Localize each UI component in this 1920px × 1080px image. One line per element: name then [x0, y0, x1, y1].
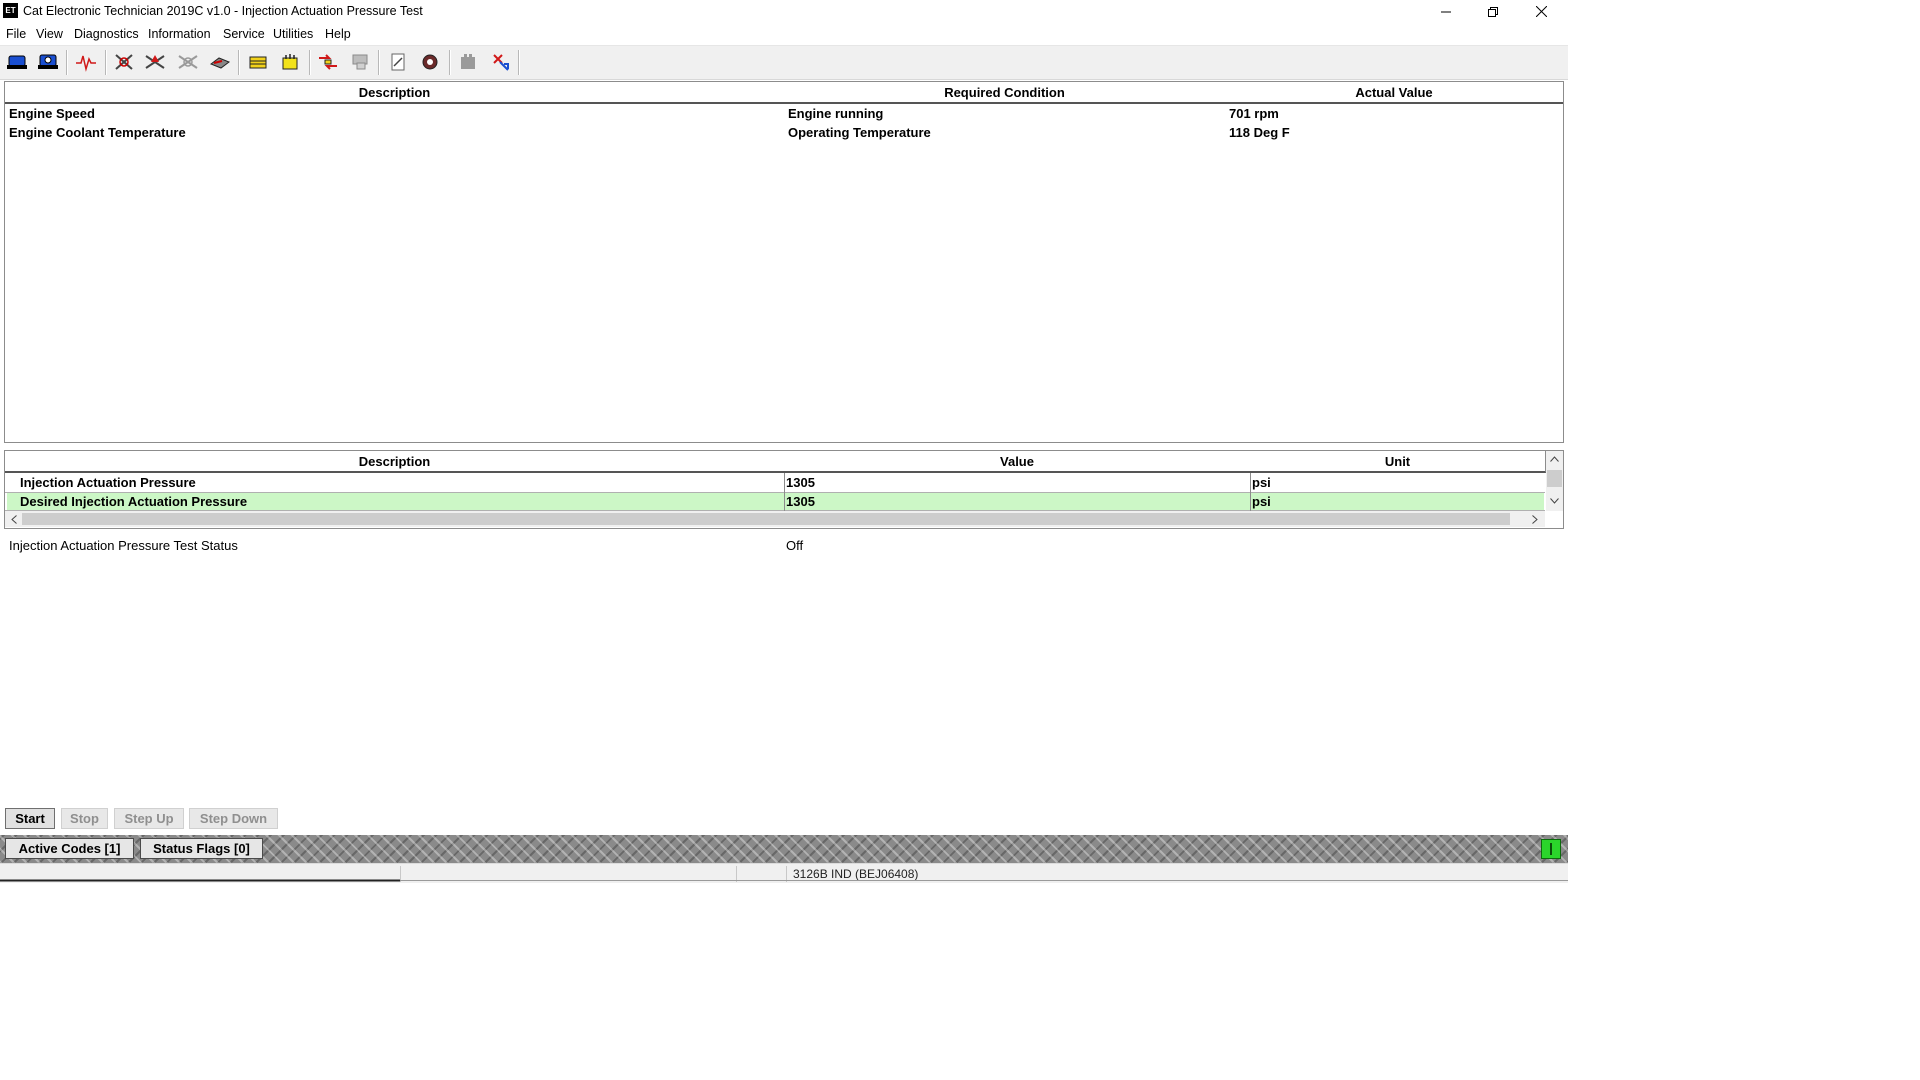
app-logo-icon: ET	[3, 3, 18, 18]
diagnostic-codes-icon	[115, 54, 133, 70]
ecm-summary-icon	[38, 54, 58, 69]
column-header-value[interactable]: Value	[784, 451, 1251, 473]
status-graph-button[interactable]	[74, 51, 98, 73]
table-cell[interactable]: 1305	[786, 475, 815, 490]
table-cell: Engine Speed	[9, 106, 95, 121]
table-cell[interactable]: Injection Actuation Pressure	[20, 475, 196, 490]
scrollbar-thumb[interactable]	[1547, 470, 1562, 487]
logged-events-button[interactable]	[208, 51, 232, 73]
event-codes-button[interactable]	[143, 51, 167, 73]
table-cell: Engine running	[788, 106, 884, 121]
scroll-right-icon[interactable]	[1532, 515, 1538, 524]
table-cell: 118 Deg F	[1229, 125, 1290, 140]
menu-file[interactable]: File	[6, 27, 26, 41]
column-header-required-condition[interactable]: Required Condition	[784, 82, 1226, 104]
logged-events-icon	[209, 57, 231, 69]
toolbar-separator	[449, 50, 451, 75]
row-divider	[5, 492, 1545, 493]
table-cell[interactable]: 1305	[786, 494, 815, 509]
menu-utilities[interactable]: Utilities	[273, 27, 313, 41]
service-tool-button[interactable]	[418, 51, 442, 73]
menu-help[interactable]: Help	[325, 27, 351, 41]
scroll-up-icon[interactable]	[1550, 456, 1559, 462]
connect-button[interactable]	[5, 51, 29, 73]
ecm-summary-button[interactable]	[36, 51, 60, 73]
table-cell[interactable]: Desired Injection Actuation Pressure	[20, 494, 247, 509]
configuration-button[interactable]	[246, 51, 270, 73]
toolbar-separator	[378, 50, 380, 75]
minimize-icon	[1441, 11, 1451, 12]
status-bar-bottom-edge	[0, 879, 1568, 882]
flash-icon	[493, 54, 509, 71]
horizontal-scrollbar[interactable]	[5, 511, 1545, 527]
title-bar: ET Cat Electronic Technician 2019C v1.0 …	[0, 0, 1568, 23]
start-button[interactable]: Start	[5, 808, 55, 829]
disabled-print-button[interactable]	[348, 51, 372, 73]
column-header-description[interactable]: Description	[5, 82, 785, 104]
table-cell: Operating Temperature	[788, 125, 931, 140]
restore-button[interactable]	[1470, 0, 1516, 23]
table-cell[interactable]: psi	[1252, 494, 1271, 509]
notepad-button[interactable]	[386, 51, 410, 73]
disabled-print-icon	[352, 54, 368, 70]
event-codes-icon	[145, 55, 165, 69]
disabled-wrench-icon	[461, 54, 475, 69]
scrollbar-thumb[interactable]	[22, 513, 1510, 525]
table-cell: Engine Coolant Temperature	[9, 125, 186, 140]
test-status-label: Injection Actuation Pressure Test Status	[9, 538, 238, 553]
menu-bar: File View Diagnostics Information Servic…	[0, 23, 1568, 44]
toolbar	[0, 45, 1568, 80]
step-up-button[interactable]: Step Up	[114, 808, 184, 829]
toolbar-separator	[309, 50, 311, 75]
table-cell[interactable]: psi	[1252, 475, 1271, 490]
window-title: Cat Electronic Technician 2019C v1.0 - I…	[23, 4, 423, 18]
table-cell: 701 rpm	[1229, 106, 1279, 121]
menu-information[interactable]: Information	[148, 27, 211, 41]
menu-view[interactable]: View	[36, 27, 63, 41]
status-graph-icon	[76, 55, 96, 72]
step-down-button[interactable]: Step Down	[189, 808, 278, 829]
data-link-button[interactable]	[316, 51, 340, 73]
indicator-bar	[1550, 843, 1552, 855]
scroll-down-icon[interactable]	[1550, 498, 1559, 504]
minimize-button[interactable]	[1423, 0, 1469, 23]
toolbar-separator	[518, 50, 520, 75]
close-icon	[1535, 6, 1547, 17]
flash-button[interactable]	[489, 51, 513, 73]
notepad-icon	[391, 53, 405, 71]
restore-icon	[1488, 6, 1498, 17]
column-header-description[interactable]: Description	[5, 451, 785, 473]
tab-status-flags[interactable]: Status Flags [0]	[140, 838, 263, 859]
clear-codes-icon	[178, 55, 198, 69]
calibrations-icon	[282, 54, 298, 70]
toolbar-separator	[238, 50, 240, 75]
column-header-unit[interactable]: Unit	[1250, 451, 1546, 473]
disabled-wrench-button[interactable]	[456, 51, 480, 73]
vertical-scrollbar[interactable]	[1546, 451, 1563, 511]
stop-button[interactable]: Stop	[61, 808, 108, 829]
diagnostic-codes-button[interactable]	[112, 51, 136, 73]
scroll-left-icon[interactable]	[11, 515, 17, 524]
calibrations-button[interactable]	[278, 51, 302, 73]
column-header-actual-value[interactable]: Actual Value	[1225, 82, 1563, 104]
configuration-icon	[249, 56, 267, 69]
tab-active-codes[interactable]: Active Codes [1]	[5, 838, 134, 859]
data-link-icon	[319, 54, 337, 70]
connection-indicator-icon	[1541, 839, 1561, 859]
menu-service[interactable]: Service	[223, 27, 265, 41]
clear-codes-button[interactable]	[176, 51, 200, 73]
parameters-table: Description Value Unit Injection Actuati…	[4, 450, 1564, 529]
column-divider	[784, 473, 785, 511]
toolbar-separator	[66, 50, 68, 75]
close-button[interactable]	[1518, 0, 1564, 23]
column-divider	[1250, 473, 1251, 511]
menu-diagnostics[interactable]: Diagnostics	[74, 27, 139, 41]
toolbar-separator	[105, 50, 107, 75]
connect-icon	[7, 55, 27, 69]
service-tool-icon	[422, 54, 438, 70]
test-status-value: Off	[786, 538, 804, 553]
conditions-table: Description Required Condition Actual Va…	[4, 81, 1564, 443]
